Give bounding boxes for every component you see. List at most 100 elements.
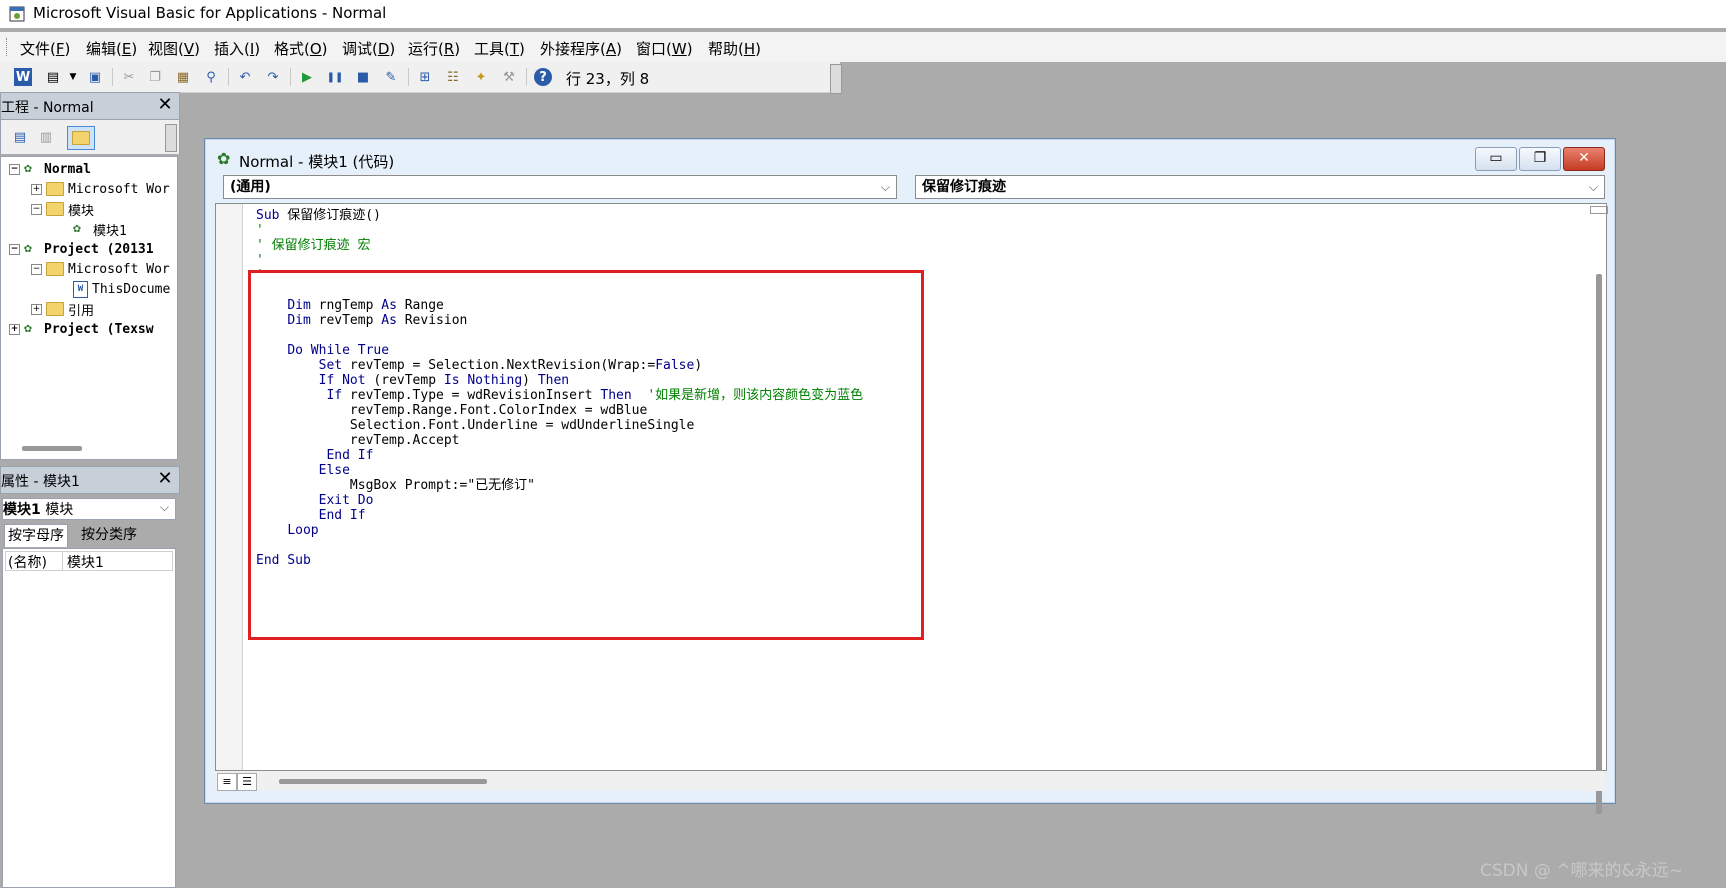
- full-module-view-icon[interactable]: ☰: [237, 773, 257, 791]
- object-browser-icon[interactable]: ✦: [472, 68, 490, 86]
- toolbar: W ▤ ▼ ▣ ✂ ❐ ▦ ⚲ ↶ ↷ ▶ ❚❚ ■ ✎ ⊞ ☷ ✦ ⚒ ? 行…: [0, 62, 840, 93]
- expand-icon[interactable]: +: [31, 303, 42, 315]
- project-pane-header: 工程 - Normal ✕: [0, 92, 180, 120]
- menu-item[interactable]: 编辑(E): [84, 38, 139, 59]
- tree-node-microsoft-word-objects[interactable]: − Microsoft Wor: [31, 259, 170, 279]
- folder-icon: [46, 182, 64, 196]
- redo-icon[interactable]: ↷: [264, 68, 282, 86]
- collapse-icon[interactable]: −: [9, 243, 20, 255]
- run-icon[interactable]: ▶: [298, 68, 316, 86]
- menu-item[interactable]: 文件(F): [18, 38, 72, 59]
- collapse-icon[interactable]: −: [31, 263, 42, 275]
- menu-item[interactable]: 工具(T): [472, 38, 527, 59]
- properties-grid: (名称) 模块1: [2, 548, 176, 888]
- tree-node-normal[interactable]: − ✿ Normal: [9, 159, 91, 179]
- expand-icon[interactable]: +: [9, 323, 20, 335]
- help-icon[interactable]: ?: [534, 68, 552, 86]
- menu-item[interactable]: 插入(I): [212, 38, 262, 59]
- find-icon[interactable]: ⚲: [202, 68, 220, 86]
- title-bar: Microsoft Visual Basic for Applications …: [0, 0, 1726, 28]
- module-icon: ✿: [217, 149, 231, 168]
- insert-userform-icon[interactable]: ▤: [44, 68, 62, 86]
- horizontal-scrollbar[interactable]: [279, 779, 487, 784]
- property-value[interactable]: 模块1: [63, 552, 104, 571]
- code-window: ✿ Normal - 模块1 (代码) ▭ ❐ ✕ (通用) ⌵ 保留修订痕迹 …: [204, 138, 1616, 814]
- collapse-icon[interactable]: −: [9, 163, 20, 175]
- vba-app-icon: [9, 6, 25, 22]
- tree-node-module1[interactable]: ✿ 模块1: [73, 219, 127, 239]
- tab-categorized[interactable]: 按分类序: [78, 524, 140, 546]
- code-window-title: Normal - 模块1 (代码): [239, 153, 395, 171]
- cut-icon[interactable]: ✂: [120, 68, 138, 86]
- object-combo[interactable]: (通用) ⌵: [223, 175, 897, 199]
- word-icon[interactable]: W: [14, 68, 32, 86]
- vba-project-icon: ✿: [24, 241, 32, 256]
- vba-project-icon: ✿: [24, 321, 32, 336]
- tree-node-project[interactable]: − ✿ Project (20131: [9, 239, 154, 259]
- properties-window-icon[interactable]: ☷: [444, 68, 462, 86]
- toolbar-overflow-button[interactable]: [830, 64, 842, 94]
- chevron-down-icon: ⌵: [880, 180, 890, 194]
- properties-object-select[interactable]: 模块1 模块 ⌵: [2, 498, 176, 520]
- expand-icon[interactable]: +: [31, 183, 42, 195]
- chevron-down-icon: ⌵: [159, 500, 169, 514]
- properties-pane-header: 属性 - 模块1 ✕: [0, 466, 180, 494]
- close-button[interactable]: ✕: [1563, 147, 1605, 171]
- window-title: Microsoft Visual Basic for Applications …: [33, 4, 387, 22]
- properties-object-type: 模块: [45, 502, 74, 518]
- project-pane-title: 工程 - Normal: [1, 100, 94, 116]
- stop-icon[interactable]: ■: [354, 68, 372, 86]
- tree-horizontal-scrollbar[interactable]: [22, 446, 82, 451]
- tree-node-microsoft-word-objects[interactable]: + Microsoft Wor: [31, 179, 170, 199]
- property-row[interactable]: (名称) 模块1: [5, 551, 173, 571]
- tree-node-thisdocument[interactable]: W ThisDocume: [73, 279, 170, 299]
- pane-toolbar-overflow[interactable]: [165, 124, 177, 152]
- menu-bar: 文件(F) 编辑(E) 视图(V) 插入(I) 格式(O) 调试(D) 运行(R) 工具(T)…: [0, 32, 1726, 62]
- save-icon[interactable]: ▣: [86, 68, 104, 86]
- margin-indicator-bar[interactable]: [216, 204, 243, 770]
- procedure-combo-value: 保留修订痕迹: [922, 179, 1006, 195]
- chevron-down-icon: ⌵: [1588, 180, 1598, 194]
- chevron-down-icon[interactable]: ▼: [64, 68, 82, 86]
- close-icon[interactable]: ✕: [155, 95, 175, 115]
- module-icon: ✿: [73, 221, 81, 236]
- menu-item[interactable]: 运行(R): [406, 38, 462, 59]
- cursor-position: 行 23，列 8: [566, 70, 650, 88]
- copy-icon[interactable]: ❐: [146, 68, 164, 86]
- menu-item[interactable]: 帮助(H): [706, 38, 763, 59]
- menu-item[interactable]: 视图(V): [146, 38, 202, 59]
- project-tree: − ✿ Normal + Microsoft Wor − 模块 ✿ 模块1 − …: [0, 156, 178, 460]
- pause-icon[interactable]: ❚❚: [326, 68, 344, 86]
- view-code-icon[interactable]: ▤: [11, 128, 29, 146]
- restore-button[interactable]: ❐: [1519, 147, 1561, 171]
- toolbar-divider: [526, 68, 527, 86]
- splitter-handle[interactable]: [1590, 206, 1608, 214]
- close-icon[interactable]: ✕: [155, 469, 175, 489]
- menu-grip[interactable]: [6, 38, 10, 56]
- view-object-icon[interactable]: ▥: [37, 128, 55, 146]
- tree-node-project-texsw[interactable]: + ✿ Project (Texsw: [9, 319, 154, 339]
- paste-icon[interactable]: ▦: [174, 68, 192, 86]
- tab-alphabetic[interactable]: 按字母序: [4, 524, 68, 547]
- properties-pane-title: 属性 - 模块1: [1, 474, 80, 490]
- minimize-button[interactable]: ▭: [1475, 147, 1517, 171]
- undo-icon[interactable]: ↶: [236, 68, 254, 86]
- collapse-icon[interactable]: −: [31, 203, 42, 215]
- menu-item[interactable]: 格式(O): [272, 38, 330, 59]
- tree-node-modules[interactable]: − 模块: [31, 199, 94, 219]
- menu-item[interactable]: 调试(D): [340, 38, 397, 59]
- code-editor[interactable]: Sub 保留修订痕迹() ' ' 保留修订痕迹 宏 ' ' Dim rngTem…: [215, 203, 1608, 814]
- vertical-scrollbar[interactable]: [1596, 274, 1602, 814]
- toolbox-icon[interactable]: ⚒: [500, 68, 518, 86]
- procedure-combo[interactable]: 保留修订痕迹 ⌵: [915, 175, 1605, 199]
- vba-project-icon: ✿: [24, 161, 32, 176]
- highlight-box: [248, 270, 924, 640]
- folder-icon: [46, 302, 64, 316]
- menu-item[interactable]: 窗口(W): [634, 38, 695, 59]
- procedure-view-icon[interactable]: ≡: [217, 773, 237, 791]
- project-explorer-icon[interactable]: ⊞: [416, 68, 434, 86]
- menu-item[interactable]: 外接程序(A): [538, 38, 624, 59]
- design-mode-icon[interactable]: ✎: [382, 68, 400, 86]
- tree-node-references[interactable]: + 引用: [31, 299, 94, 319]
- toggle-folders-icon[interactable]: [67, 126, 95, 150]
